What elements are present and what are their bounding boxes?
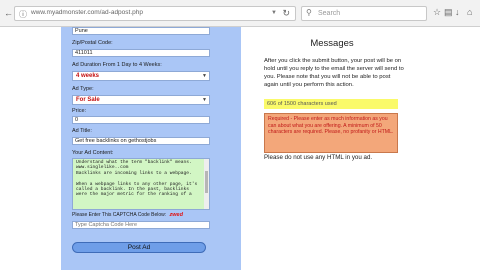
browser-toolbar: ← ⓘ www.myadmonster.com/ad-adpost.php ▼ … [0,0,480,27]
price-label: Price: [72,108,87,114]
post-ad-button[interactable]: Post Ad [72,242,206,253]
price-field[interactable]: 0 [72,116,210,124]
address-url: www.myadmonster.com/ad-adpost.php [31,9,143,16]
search-bar[interactable]: ⚲ Search [301,6,427,21]
captcha-code: zwed [169,212,183,218]
search-placeholder: Search [318,10,341,17]
ad-content-text: Understand what the term "backlink" mean… [76,160,198,198]
chevron-down-icon[interactable]: ▼ [271,10,277,16]
duration-value: 4 weeks [76,73,100,79]
scrollbar-thumb[interactable] [205,171,208,193]
character-count: 606 of 1500 characters used [264,99,398,109]
content-label: Your Ad Content: [72,150,114,156]
address-bar[interactable]: ⓘ www.myadmonster.com/ad-adpost.php ▼ ↻ [14,6,296,21]
chevron-down-icon: ▼ [202,73,207,79]
search-icon: ⚲ [306,8,312,17]
duration-label: Ad Duration From 1 Day to 4 Weeks: [72,62,162,68]
messages-title: Messages [310,38,354,49]
download-icon[interactable]: ↓ [455,7,460,17]
adtype-value: For Sale [76,97,100,103]
city-field[interactable]: Pune [72,27,210,35]
duration-select[interactable]: 4 weeks ▼ [72,71,210,81]
zip-label: Zip/Postal Code: [72,40,113,46]
adtype-label: Ad Type: [72,86,94,92]
content-scrollbar[interactable] [204,159,209,209]
title-field[interactable]: Get free backlinks on gethostjobs [72,137,210,145]
home-icon[interactable]: ⌂ [467,7,472,17]
ad-content-textarea[interactable]: Understand what the term "backlink" mean… [72,158,210,210]
chevron-down-icon: ▼ [202,97,207,103]
captcha-prompt: Please Enter This CAPTCHA Code Below: zw… [72,212,183,218]
captcha-input[interactable] [72,221,210,229]
captcha-label: Please Enter This CAPTCHA Code Below: [72,212,167,218]
site-info-icon[interactable]: ⓘ [19,9,27,20]
messages-body: After you click the submit button, your … [264,58,404,88]
back-icon[interactable]: ← [4,8,13,18]
no-html-notice: Please do not use any HTML in you ad. [264,154,373,161]
required-notice: Required - Please enter as much informat… [264,113,398,153]
zip-field[interactable]: 411011 [72,49,210,57]
adtype-select[interactable]: For Sale ▼ [72,95,210,105]
star-icon[interactable]: ☆ [433,7,441,18]
reload-icon[interactable]: ↻ [282,8,290,19]
clipboard-icon[interactable]: ▤ [444,7,453,18]
title-label: Ad Title: [72,128,92,134]
